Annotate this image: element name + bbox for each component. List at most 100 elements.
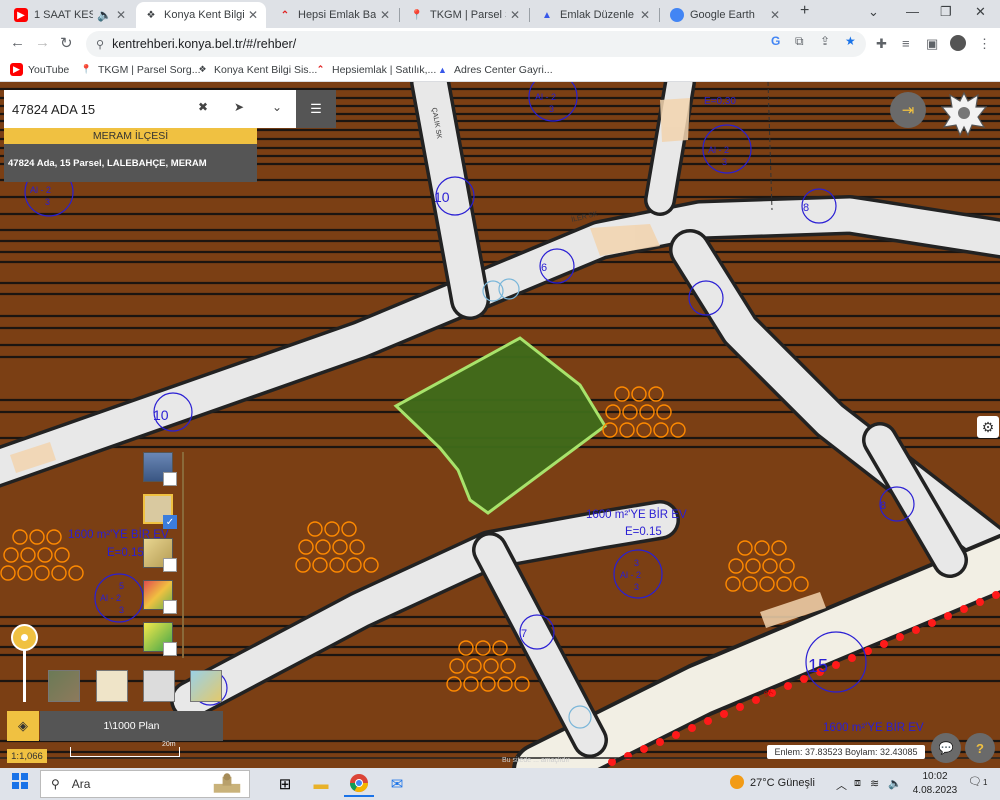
tab-emlak-duzenle[interactable]: ▲ Emlak Düzenle ‹ Adr ✕ (532, 2, 658, 28)
login-button[interactable]: ⇥ (890, 92, 926, 128)
bookmark-adres-center[interactable]: ▲ Adres Center Gayri... (436, 63, 553, 76)
bookmark-hepsiemlak[interactable]: ⌃ Hepsiemlak | Satılık,... (314, 63, 437, 76)
zone-number: 3 (549, 104, 554, 114)
media-icon[interactable]: ≡ (902, 36, 910, 51)
tab-divider (529, 8, 530, 22)
taskbar-clock[interactable]: 10:02 4.08.2023 (910, 770, 960, 798)
weather-sun-icon[interactable] (730, 775, 744, 789)
site-info-icon[interactable]: ⚲ (96, 38, 104, 51)
zone-layer-checkbox[interactable] (163, 600, 177, 614)
back-button[interactable]: ← (10, 34, 25, 51)
density-label: E=0.30 (704, 96, 736, 107)
search-result-item[interactable]: 47824 Ada, 15 Parsel, LALEBAHÇE, MERAM (4, 144, 257, 182)
zone-label: Al - 2 (535, 92, 556, 102)
search-basemap-thumb[interactable] (143, 670, 175, 702)
map-view[interactable]: 10 10 15 1600 m²'YE BİR EV E=0.15 1600 m… (0, 82, 1000, 768)
list-menu-button[interactable]: ☰ (296, 90, 336, 128)
zone-label: Al - 2 (708, 145, 729, 155)
windows-start-icon[interactable] (12, 773, 28, 792)
tab-youtube[interactable]: ▶ 1 SAAT KESİNTİ 🔈 ✕ (6, 2, 134, 28)
plan-layer-checkbox[interactable]: ✓ (163, 515, 177, 529)
notification-icon[interactable]: 🗨1 (968, 775, 987, 788)
tab-search-icon[interactable]: ⌄ (868, 4, 879, 20)
close-icon[interactable]: ✕ (510, 8, 520, 22)
zone-number: 3 (634, 558, 639, 568)
extensions-icon[interactable]: ✚ (876, 36, 887, 52)
scale-indicator: 1:1,066 (7, 749, 47, 763)
close-icon[interactable]: ✕ (116, 8, 126, 22)
list-icon: ☰ (310, 101, 322, 116)
layer-list-scrollbar[interactable] (182, 452, 184, 658)
close-icon[interactable]: ✕ (770, 8, 780, 22)
opacity-slider-knob[interactable] (11, 624, 38, 651)
display-icon[interactable]: ⧈ (854, 777, 861, 790)
wordpress-icon: ▲ (542, 9, 552, 21)
google-icon[interactable]: G (771, 34, 780, 48)
map-pin-icon: 📍 (410, 9, 424, 21)
konya-emblem-icon: ❖ (198, 64, 207, 74)
tray-chevron-icon[interactable]: ︿ (836, 777, 847, 793)
reload-button[interactable]: ↻ (60, 34, 73, 52)
side-panel-icon[interactable]: ▣ (926, 36, 938, 52)
speaker-icon: 🔈 (96, 8, 112, 22)
topo-basemap-thumb[interactable] (190, 670, 222, 702)
imar-layer-checkbox[interactable] (163, 558, 177, 572)
bookmark-youtube[interactable]: ▶ YouTube (10, 63, 69, 76)
tab-hepsiemlak[interactable]: ⌃ Hepsi Emlak Bana Ö ✕ (270, 2, 398, 28)
tab-google-earth[interactable]: Google Earth ✕ (662, 2, 788, 28)
scale-bar-label: 20m (162, 741, 176, 748)
locate-arrow-icon[interactable]: ➤ (234, 100, 244, 114)
bookmark-star-icon[interactable]: ★ (845, 34, 856, 48)
tab-tkgm[interactable]: 📍 TKGM | Parsel Sorgu ✕ (402, 2, 528, 28)
volume-icon[interactable]: 🔈 (888, 777, 902, 790)
weather-text[interactable]: 27°C Güneşli (750, 777, 815, 789)
green-layer-checkbox[interactable] (163, 642, 177, 656)
chrome-icon[interactable] (344, 771, 374, 797)
map-pin-icon: 📍 (80, 64, 93, 74)
mail-icon[interactable]: ✉ (382, 771, 412, 797)
map-canvas[interactable]: 10 10 15 1600 m²'YE BİR EV E=0.15 1600 m… (0, 82, 1000, 768)
chevron-down-icon[interactable]: ⌄ (272, 100, 282, 114)
tab-divider (659, 8, 660, 22)
translate-icon[interactable]: ⧉ (795, 34, 804, 49)
login-icon: ⇥ (901, 102, 915, 119)
forward-button[interactable]: → (35, 34, 50, 51)
minimize-button[interactable]: — (906, 4, 919, 19)
bookmark-tkgm[interactable]: 📍 TKGM | Parsel Sorg... (80, 63, 201, 76)
tab-divider (399, 8, 400, 22)
file-explorer-icon[interactable]: ▬ (306, 771, 336, 797)
book-layer-checkbox[interactable] (163, 472, 177, 486)
parcel-search-input[interactable] (12, 101, 192, 117)
browser-toolbar: ← → ↻ ⚲ kentrehberi.konya.bel.tr/#/rehbe… (0, 28, 1000, 60)
density-label: E=0.15 (107, 547, 144, 559)
close-icon[interactable]: ✕ (640, 8, 650, 22)
network-icon[interactable]: ≋ (870, 777, 879, 790)
help-button[interactable]: ? (965, 733, 995, 763)
map-settings-gear-icon[interactable]: ⚙ (977, 416, 999, 438)
layers-toggle-button[interactable]: ◈ (7, 711, 39, 741)
street-basemap-thumb[interactable] (96, 670, 128, 702)
browser-menu-icon[interactable]: ⋮ (978, 36, 991, 52)
satellite-basemap-thumb[interactable] (48, 670, 80, 702)
new-tab-button[interactable]: + (800, 2, 809, 20)
search-highlight-image[interactable] (212, 770, 242, 796)
road-width-label: 10 (434, 189, 450, 205)
active-plan-label[interactable]: 1\1000 Plan (40, 711, 223, 741)
task-view-icon[interactable]: ⊞ (270, 771, 300, 797)
zone-number: 3 (634, 582, 639, 592)
close-icon[interactable]: ✕ (248, 8, 258, 22)
close-icon[interactable]: ✕ (380, 8, 390, 22)
house-rule-label: 1600 m²'YE BİR EV (823, 721, 924, 734)
clear-search-button[interactable]: ✖ (198, 100, 208, 114)
window-close-button[interactable]: ✕ (975, 4, 986, 20)
google-earth-icon (670, 8, 684, 22)
tab-konya[interactable]: ❖ Konya Kent Bilgi Sis ✕ (136, 2, 266, 28)
chat-button[interactable]: 💬 (931, 733, 961, 763)
share-icon[interactable]: ⇪ (820, 34, 830, 48)
profile-avatar[interactable] (950, 35, 966, 51)
address-bar[interactable]: ⚲ kentrehberi.konya.bel.tr/#/rehber/ (86, 31, 866, 57)
maximize-button[interactable]: ❐ (940, 4, 952, 20)
bookmark-konya[interactable]: ❖ Konya Kent Bilgi Sis... (196, 63, 317, 76)
road-width-label: 7 (521, 628, 527, 640)
browser-tabbar: ▶ 1 SAAT KESİNTİ 🔈 ✕ ❖ Konya Kent Bilgi … (0, 0, 1000, 28)
